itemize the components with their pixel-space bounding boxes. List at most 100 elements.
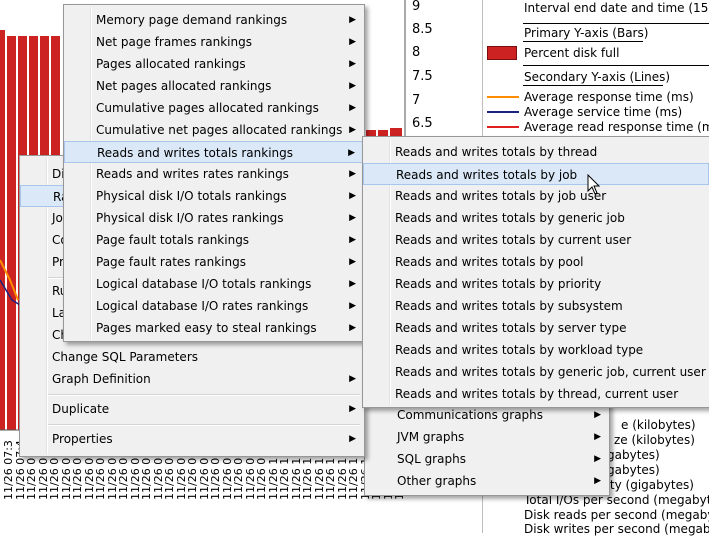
menu-item-label: Pages marked easy to steal rankings xyxy=(96,321,317,335)
chevron-right-icon: ▶ xyxy=(349,37,356,47)
chevron-right-icon: ▶ xyxy=(349,257,356,267)
menu-item-logical-database-i-o-totals-rankings[interactable]: Logical database I/O totals rankings ▶ xyxy=(64,273,364,295)
menu-item-label: Page fault rates rankings xyxy=(96,255,246,269)
legend-avg-response: Average response time (ms) xyxy=(524,90,694,104)
menu-item-reads-and-writes-totals-rankings[interactable]: Reads and writes totals rankings ▶ xyxy=(64,141,364,163)
menu-item-physical-disk-i-o-totals-rankings[interactable]: Physical disk I/O totals rankings ▶ xyxy=(64,185,364,207)
menu-item-reads-and-writes-totals-by-subsystem[interactable]: Reads and writes totals by subsystem xyxy=(363,295,709,317)
menu-item-properties[interactable]: Properties ▶ xyxy=(20,428,364,450)
menu-item-reads-and-writes-totals-by-current-user[interactable]: Reads and writes totals by current user xyxy=(363,229,709,251)
menu-item-memory-page-demand-rankings[interactable]: Memory page demand rankings ▶ xyxy=(64,9,364,31)
menu-item-label: Graph Definition xyxy=(52,372,151,386)
divider xyxy=(523,65,709,66)
y-tick-label: 6.5 xyxy=(412,116,433,131)
menu-item-reads-and-writes-totals-by-job[interactable]: Reads and writes totals by job xyxy=(363,163,709,185)
menu-item-reads-and-writes-totals-by-thread[interactable]: Reads and writes totals by thread xyxy=(363,141,709,163)
menu-item-label: Cumulative pages allocated rankings xyxy=(96,101,319,115)
chevron-right-icon: ▶ xyxy=(349,323,356,333)
legend-partial: e (kilobytes) xyxy=(621,418,696,432)
menu-item-reads-and-writes-totals-by-generic-job-current-user[interactable]: Reads and writes totals by generic job, … xyxy=(363,361,709,383)
y-tick-label: 8 xyxy=(412,45,421,60)
chevron-right-icon: ▶ xyxy=(349,125,356,135)
menu-item-label: Reads and writes totals by subsystem xyxy=(395,299,623,313)
menu-item-net-pages-allocated-rankings[interactable]: Net pages allocated rankings ▶ xyxy=(64,75,364,97)
legend-avg-service: Average service time (ms) xyxy=(524,105,683,119)
chevron-right-icon: ▶ xyxy=(349,279,356,289)
bar-swatch xyxy=(487,46,517,60)
legend-primary-header: Primary Y-axis (Bars) xyxy=(524,26,649,40)
menu-item-label: Reads and writes totals by job user xyxy=(395,189,607,203)
menu-item-page-fault-totals-rankings[interactable]: Page fault totals rankings ▶ xyxy=(64,229,364,251)
menu-item-label: SQL graphs xyxy=(397,452,466,466)
legend-partial: ze (kilobytes) xyxy=(614,433,695,447)
menu-item-label: Reads and writes totals by thread xyxy=(395,145,598,159)
menu-item-reads-and-writes-totals-by-generic-job[interactable]: Reads and writes totals by generic job xyxy=(363,207,709,229)
menu-item-logical-database-i-o-rates-rankings[interactable]: Logical database I/O rates rankings ▶ xyxy=(64,295,364,317)
menu-item-pages-marked-easy-to-steal-rankings[interactable]: Pages marked easy to steal rankings ▶ xyxy=(64,317,364,339)
menu-item-label: Cumulative net pages allocated rankings xyxy=(96,123,343,137)
menu-item-reads-and-writes-totals-by-thread-current-user[interactable]: Reads and writes totals by thread, curre… xyxy=(363,383,709,405)
menu-item-cumulative-pages-allocated-rankings[interactable]: Cumulative pages allocated rankings ▶ xyxy=(64,97,364,119)
menu-item-label: Reads and writes totals by server type xyxy=(395,321,627,335)
bar xyxy=(0,30,5,430)
menu-item-cumulative-net-pages-allocated-rankings[interactable]: Cumulative net pages allocated rankings ▶ xyxy=(64,119,364,141)
menu-item-reads-and-writes-totals-by-server-type[interactable]: Reads and writes totals by server type xyxy=(363,317,709,339)
menu-item-pages-allocated-rankings[interactable]: Pages allocated rankings ▶ xyxy=(64,53,364,75)
rankings-submenu: Memory page demand rankings ▶ Net page fra… xyxy=(63,4,365,342)
menu-item-label: Jo xyxy=(52,211,63,225)
chevron-right-icon: ▶ xyxy=(594,476,601,486)
menu-item-sql-graphs[interactable]: SQL graphs ▶ xyxy=(365,448,609,470)
menu-item-reads-and-writes-totals-by-priority[interactable]: Reads and writes totals by priority xyxy=(363,273,709,295)
legend-percent-disk-full: Percent disk full xyxy=(524,46,620,60)
menu-item-label: Page fault totals rankings xyxy=(96,233,250,247)
chevron-right-icon: ▶ xyxy=(349,15,356,25)
legend-disk-reads: Disk reads per second (megabytes) xyxy=(524,508,709,522)
menu-item-label: Reads and writes rates rankings xyxy=(96,167,289,181)
menu-item-label: Reads and writes totals by pool xyxy=(395,255,584,269)
chevron-right-icon: ▶ xyxy=(349,213,356,223)
menu-item-label: Physical disk I/O rates rankings xyxy=(96,211,284,225)
menu-item-label: Properties xyxy=(52,432,113,446)
menu-item-label: Reads and writes totals by priority xyxy=(395,277,602,291)
legend-disk-writes: Disk writes per second (megabytes) xyxy=(524,522,709,536)
menu-item-other-graphs[interactable]: Other graphs ▶ xyxy=(365,470,609,492)
chevron-right-icon: ▶ xyxy=(349,81,356,91)
menu-item-label: Physical disk I/O totals rankings xyxy=(96,189,287,203)
menu-item-label: Logical database I/O totals rankings xyxy=(96,277,312,291)
menu-item-reads-and-writes-totals-by-pool[interactable]: Reads and writes totals by pool xyxy=(363,251,709,273)
menu-item-physical-disk-i-o-rates-rankings[interactable]: Physical disk I/O rates rankings ▶ xyxy=(64,207,364,229)
line-swatch xyxy=(487,111,519,113)
menu-item-label: Other graphs xyxy=(397,474,477,488)
menu-item-label: Memory page demand rankings xyxy=(96,13,288,27)
menu-item-label: Reads and writes totals by workload type xyxy=(395,343,644,357)
chevron-right-icon: ▶ xyxy=(349,301,356,311)
menu-item-change-sql-parameters[interactable]: Change SQL Parameters xyxy=(20,346,364,368)
menu-item-net-page-frames-rankings[interactable]: Net page frames rankings ▶ xyxy=(64,31,364,53)
chevron-right-icon: ▶ xyxy=(594,454,601,464)
menu-item-reads-and-writes-totals-by-job-user[interactable]: Reads and writes totals by job user xyxy=(363,185,709,207)
menu-item-label: Duplicate xyxy=(52,402,110,416)
menu-item-label: Net pages allocated rankings xyxy=(96,79,272,93)
chevron-right-icon: ▶ xyxy=(349,191,356,201)
menu-item-label: Reads and writes totals by job xyxy=(396,168,578,182)
line-swatch xyxy=(487,96,519,98)
menu-item-label: Reads and writes totals by thread, curre… xyxy=(395,387,679,401)
chevron-right-icon: ▶ xyxy=(594,432,601,442)
reads-writes-totals-submenu: Reads and writes totals by thread Reads a… xyxy=(362,136,709,408)
menu-item-reads-and-writes-rates-rankings[interactable]: Reads and writes rates rankings ▶ xyxy=(64,163,364,185)
menu-item-duplicate[interactable]: Duplicate ▶ xyxy=(20,398,364,420)
chevron-right-icon: ▶ xyxy=(349,374,356,384)
menu-item-page-fault-rates-rankings[interactable]: Page fault rates rankings ▶ xyxy=(64,251,364,273)
chevron-right-icon: ▶ xyxy=(349,103,356,113)
menu-item-label: Reads and writes totals by generic job, … xyxy=(395,365,706,379)
legend-interval: Interval end date and time (15 minu xyxy=(524,1,709,15)
bar xyxy=(7,36,16,430)
menu-item-graph-definition[interactable]: Graph Definition ▶ xyxy=(20,368,364,390)
chevron-right-icon: ▶ xyxy=(349,404,356,414)
menu-item-label: Reads and writes totals rankings xyxy=(97,146,294,160)
menu-item-reads-and-writes-totals-by-workload-type[interactable]: Reads and writes totals by workload type xyxy=(363,339,709,361)
legend-avg-read-response: Average read response time (ms) xyxy=(524,120,709,134)
chevron-right-icon: ▶ xyxy=(349,59,356,69)
menu-item-jvm-graphs[interactable]: JVM graphs ▶ xyxy=(365,426,609,448)
menu-item-label: Pages allocated rankings xyxy=(96,57,246,71)
